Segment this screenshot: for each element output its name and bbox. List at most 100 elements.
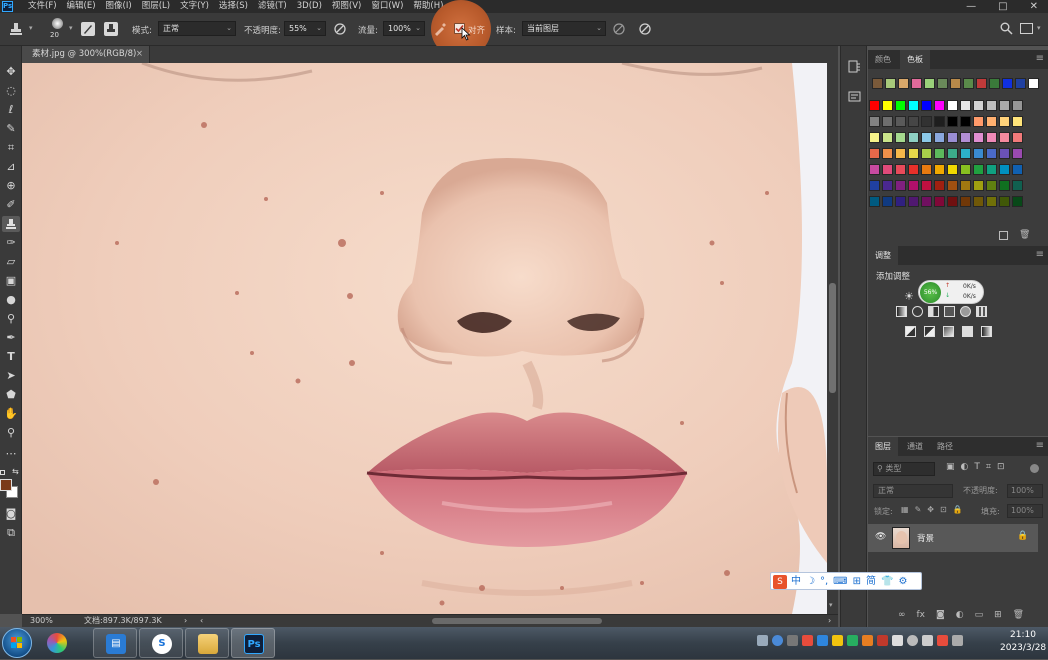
pen-tool-icon[interactable]: ✒ [2,330,20,346]
swatch[interactable] [947,132,958,143]
restore-button[interactable]: □ [998,0,1007,13]
vertical-scroll-thumb[interactable] [829,283,836,393]
brush-chevron-icon[interactable]: ▾ [69,24,73,32]
swatch[interactable] [986,116,997,127]
quick-selection-tool-icon[interactable]: ✎ [2,121,20,137]
tray-qq-icon[interactable] [817,635,828,646]
menu-layer[interactable]: 图层(L) [142,0,170,13]
smart-object-filter-icon[interactable]: ⊡ [997,462,1005,472]
lock-position-icon[interactable]: ✥ [927,505,934,514]
layer-row[interactable]: 👁 背景 🔒 [868,524,1038,552]
swatch[interactable] [934,100,945,111]
ime-simplified-mode[interactable]: 简 [866,574,876,590]
add-mask-icon[interactable]: ◙ [936,610,945,620]
swatch[interactable] [986,164,997,175]
ime-skin-icon[interactable]: 👕 [881,574,893,590]
tab-color[interactable]: 颜色 [868,50,898,69]
swatch[interactable] [869,180,880,191]
sample-select[interactable]: 当前图层 ⌄ [522,21,606,36]
swatch[interactable] [869,100,880,111]
mode-select[interactable]: 正常 ⌄ [158,21,236,36]
swatch[interactable] [1012,196,1023,207]
swatch[interactable] [947,180,958,191]
tray-app4-icon[interactable] [877,635,888,646]
scroll-left-icon[interactable]: ‹ [200,615,203,627]
swatch[interactable] [960,164,971,175]
type-tool-icon[interactable]: T [2,349,20,365]
zoom-tool-icon[interactable]: ⚲ [2,425,20,441]
layer-style-icon[interactable]: fx [917,610,926,620]
recent-swatch[interactable] [950,78,961,89]
swatch[interactable] [986,180,997,191]
panel-menu-icon[interactable]: ≡ [1036,437,1044,455]
tray-app-icon[interactable] [787,635,798,646]
blend-mode-select[interactable]: 正常 [873,484,953,498]
swatch[interactable] [934,180,945,191]
swatch[interactable] [908,148,919,159]
swatch[interactable] [908,116,919,127]
vertical-scrollbar[interactable]: ▾ [827,63,838,614]
lock-transparent-icon[interactable]: ▦ [901,505,909,514]
delete-swatch-icon[interactable]: 🗑 [1019,230,1030,240]
lock-all-icon[interactable]: 🔒 [953,505,963,514]
minimize-button[interactable]: — [966,0,976,13]
swatch[interactable] [921,132,932,143]
more-tools-icon[interactable]: ⋯ [2,446,20,462]
delete-layer-icon[interactable]: 🗑 [1013,610,1024,620]
tab-layers[interactable]: 图层 [868,437,898,456]
swatch[interactable] [960,196,971,207]
swatch[interactable] [921,116,932,127]
swatch[interactable] [934,164,945,175]
menu-window[interactable]: 窗口(W) [371,0,403,13]
tray-action-center-icon[interactable] [952,635,963,646]
swatch[interactable] [921,196,932,207]
properties-panel-icon[interactable] [848,90,861,103]
visibility-eye-icon[interactable]: 👁 [875,532,886,542]
swatch[interactable] [960,100,971,111]
history-panel-icon[interactable] [848,60,861,73]
swatch[interactable] [947,196,958,207]
posterize-icon[interactable] [924,326,935,337]
eraser-tool-icon[interactable]: ▱ [2,254,20,270]
menu-edit[interactable]: 编辑(E) [67,0,96,13]
status-menu-icon[interactable]: › [184,615,187,627]
close-tab-icon[interactable]: × [136,46,143,63]
ignore-adjustment-layers-icon[interactable] [612,22,626,36]
recent-swatch[interactable] [976,78,987,89]
fill-field[interactable]: 100% [1007,504,1043,518]
screen-mode-icon[interactable]: ⧉ [2,525,20,541]
swatch[interactable] [999,132,1010,143]
swatch[interactable] [960,148,971,159]
ime-keyboard-icon[interactable]: ⌨ [833,574,847,590]
shape-filter-icon[interactable]: ⌗ [986,462,991,472]
tab-adjustments[interactable]: 调整 [868,246,898,265]
taskbar-clock[interactable]: 21:10 2023/3/28 [1000,629,1046,655]
search-icon[interactable] [1000,22,1013,35]
sogou-ime-logo-icon[interactable]: S [773,575,787,589]
swatch[interactable] [882,100,893,111]
menu-image[interactable]: 图像(I) [106,0,132,13]
crop-tool-icon[interactable]: ⌗ [2,140,20,156]
swatch[interactable] [973,148,984,159]
threshold-icon[interactable] [943,326,954,337]
lasso-tool-icon[interactable]: ℓ [2,102,20,118]
swatch[interactable] [895,164,906,175]
dodge-tool-icon[interactable]: ⚲ [2,311,20,327]
foreground-color-swatch[interactable] [0,479,12,491]
lock-pixels-icon[interactable]: ✎ [915,505,922,514]
network-speed-widget[interactable]: 56% ↑ ↓ 0K/s 0K/s [918,280,984,304]
zoom-level[interactable]: 300% [30,615,53,627]
shape-tool-icon[interactable]: ⬟ [2,387,20,403]
link-layers-icon[interactable]: ∞ [898,610,906,620]
swatch[interactable] [908,100,919,111]
swatch[interactable] [895,116,906,127]
swatch[interactable] [999,148,1010,159]
brightness-contrast-icon[interactable]: ☀ [904,290,914,303]
hue-saturation-icon[interactable] [960,306,971,317]
pressure-opacity-icon[interactable] [333,22,347,36]
swatch[interactable] [973,180,984,191]
swatch[interactable] [960,132,971,143]
recent-swatch[interactable] [937,78,948,89]
ime-toolbox-icon[interactable]: ⊞ [853,574,861,590]
swatch[interactable] [947,148,958,159]
